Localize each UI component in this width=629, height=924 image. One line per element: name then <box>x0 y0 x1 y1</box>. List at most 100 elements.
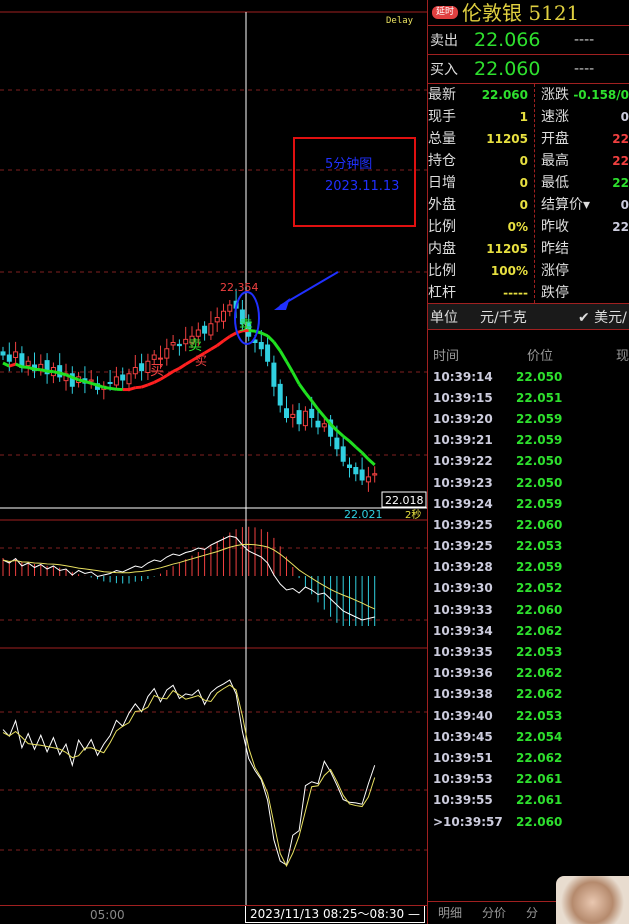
tick-row[interactable]: 10:39:14 22.050 <box>428 366 629 387</box>
tab-1[interactable]: 分价 <box>472 902 516 924</box>
moving-average-segment <box>78 378 86 383</box>
tick-row[interactable]: 10:39:25 22.060 <box>428 514 629 535</box>
moving-average-segment <box>153 377 162 384</box>
tick-row[interactable]: 10:39:38 22.062 <box>428 684 629 705</box>
stat-value: 22 <box>612 154 629 168</box>
tick-price: 22.051 <box>516 390 563 405</box>
moving-average-segment <box>128 386 136 392</box>
tick-price: 22.053 <box>516 645 563 660</box>
candle-body <box>227 304 233 312</box>
tick-row[interactable]: 10:39:33 22.060 <box>428 599 629 620</box>
stat-label: 最低 <box>541 175 569 191</box>
stat-row: 比例 100% <box>428 260 534 282</box>
stat-value: 11205 <box>486 242 528 256</box>
tick-row[interactable]: 10:39:53 22.061 <box>428 769 629 790</box>
tick-row[interactable]: 10:39:21 22.059 <box>428 430 629 451</box>
tick-price: 22.062 <box>516 687 563 702</box>
tick-row[interactable]: 10:39:22 22.050 <box>428 451 629 472</box>
tick-price: 22.059 <box>516 560 563 575</box>
tick-time: 10:39:14 <box>433 369 493 384</box>
unit-value[interactable]: 元/千克 <box>480 307 578 327</box>
stat-row: 日增 0 <box>428 172 534 194</box>
stat-row: 涨停 <box>541 260 629 282</box>
tick-price: 22.060 <box>516 517 563 532</box>
candle-body <box>214 317 220 323</box>
stat-label: 持仓 <box>428 153 456 169</box>
stat-value: 0 <box>519 198 528 212</box>
tick-row[interactable]: 10:39:15 22.051 <box>428 387 629 408</box>
candle-body <box>120 374 126 381</box>
moving-average-segment <box>2 361 10 368</box>
stat-value: 1 <box>519 110 528 124</box>
tab-0[interactable]: 明细 <box>428 902 472 924</box>
time-axis: 05:00 2023/11/13 08:25～08:30 — <box>0 905 427 924</box>
stat-row: 总量 11205 <box>428 128 534 150</box>
tab-2[interactable]: 分 <box>516 902 548 924</box>
candle-body <box>202 325 208 334</box>
moving-average-segment <box>291 371 301 385</box>
tick-row[interactable]: 10:39:25 22.053 <box>428 536 629 557</box>
stat-value: 100% <box>490 264 528 278</box>
tick-time: 10:39:20 <box>433 411 493 426</box>
ask-label: 卖出 <box>430 33 458 49</box>
stat-row: 最低 22 <box>541 172 629 194</box>
note-line-2: 2023.11.13 <box>325 179 399 194</box>
tick-row[interactable]: 10:39:45 22.054 <box>428 726 629 747</box>
tick-row[interactable]: 10:39:51 22.062 <box>428 747 629 768</box>
stat-row: 开盘 22 <box>541 128 629 150</box>
unit-row[interactable]: 单位 元/千克 ✔ 美元/ <box>428 304 629 330</box>
tick-row[interactable]: 10:39:30 22.052 <box>428 578 629 599</box>
tick-time: 10:39:38 <box>433 687 493 702</box>
delay-label: Delay <box>386 16 414 26</box>
stat-row: 最高 22 <box>541 150 629 172</box>
ask-price: 22.066 <box>474 29 541 51</box>
tick-row[interactable]: 10:39:34 22.062 <box>428 620 629 641</box>
oscillator-line-1 <box>2 679 376 866</box>
stat-row: 最新 22.060 <box>428 84 534 106</box>
candle-body <box>340 446 346 462</box>
stat-label: 最高 <box>541 153 569 169</box>
tick-row[interactable]: 10:39:28 22.059 <box>428 557 629 578</box>
price-chart[interactable]: 5分钟图2023.11.1322.35422.02122.0182秒买卖买卖 <box>0 0 427 905</box>
tick-time: 10:39:15 <box>433 390 493 405</box>
candle-body <box>315 420 321 428</box>
tick-row[interactable]: 10:39:40 22.053 <box>428 705 629 726</box>
moving-average-segment <box>354 445 364 454</box>
tick-row[interactable]: 10:39:35 22.053 <box>428 641 629 662</box>
stat-label: 结算价▾ <box>541 197 591 213</box>
candle-body <box>107 382 113 384</box>
tick-row[interactable]: 10:39:36 22.062 <box>428 663 629 684</box>
candle-body <box>302 410 308 427</box>
tick-row[interactable]: 10:39:20 22.059 <box>428 408 629 429</box>
candle-body <box>126 373 132 385</box>
bid-volume: ---- <box>574 61 595 77</box>
tick-row[interactable]: 10:39:23 22.050 <box>428 472 629 493</box>
moving-average-segment <box>178 362 187 370</box>
tick-price: 22.062 <box>516 750 563 765</box>
candle-body <box>353 467 359 475</box>
unit-alt-option[interactable]: ✔ 美元/ <box>578 307 627 327</box>
candle-body <box>347 464 352 468</box>
note-line-1: 5分钟图 <box>325 156 372 172</box>
ask-row: 卖出 22.066 ---- <box>428 26 629 55</box>
stat-row: 外盘 0 <box>428 194 534 216</box>
ticks-list[interactable]: 10:39:14 22.050 10:39:15 22.051 10:39:20 22.0… <box>428 366 629 832</box>
moving-average-segment <box>135 385 142 390</box>
tick-price: 22.052 <box>516 581 563 596</box>
stats-left: 最新 22.060 现手 1 总量 11205 持仓 0 日增 0 外盘 0 比例 0% 内盘 11205 比例… <box>428 84 535 303</box>
tick-row[interactable]: 10:39:24 22.059 <box>428 493 629 514</box>
candle-body <box>208 323 214 336</box>
stat-label: 涨跌 <box>541 87 569 103</box>
stat-row: 速涨 0 <box>541 106 629 128</box>
stat-label: 现手 <box>428 109 456 125</box>
candle-body <box>258 342 264 350</box>
tick-price: 22.060 <box>516 814 563 829</box>
user-avatar[interactable] <box>556 876 629 924</box>
moving-average-segment <box>266 334 275 344</box>
tick-price: 22.062 <box>516 666 563 681</box>
tick-row[interactable]: >10:39:57 22.060 <box>428 811 629 832</box>
tick-time: 10:39:34 <box>433 623 493 638</box>
bid-row: 买入 22.060 ---- <box>428 55 629 84</box>
tick-row[interactable]: 10:39:55 22.061 <box>428 790 629 811</box>
candle-body <box>113 376 119 386</box>
